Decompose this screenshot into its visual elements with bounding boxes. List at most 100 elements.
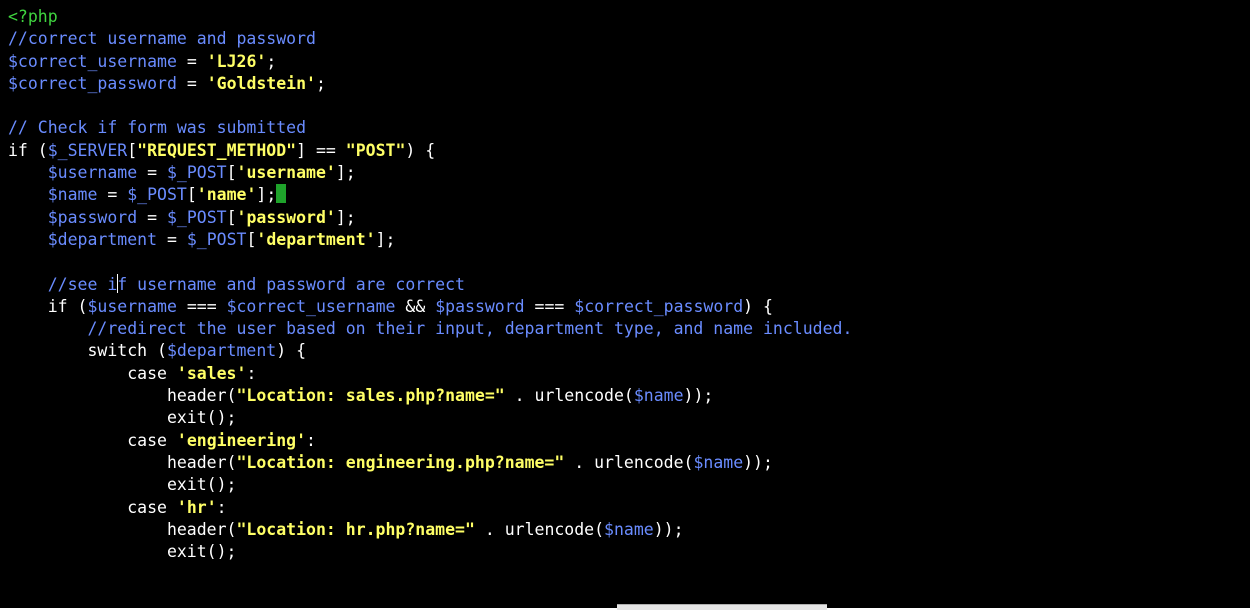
code-token-plain: ; (315, 73, 326, 93)
code-token-str: 'engineering' (176, 430, 307, 450)
code-token-var: $password (47, 207, 138, 227)
code-editor[interactable]: <?php//correct username and password $cor… (8, 6, 1250, 563)
code-line[interactable]: //redirect the user based on their input… (8, 318, 1250, 340)
code-token-str: 'username' (236, 163, 336, 183)
code-line[interactable]: $name = $_POST['name']; (8, 184, 1250, 206)
code-token-kw: case (8, 430, 167, 450)
code-token-var: $name (604, 519, 654, 539)
code-token-plain: = (176, 73, 207, 93)
code-token-str: "Location: hr.php?name=" (236, 519, 475, 539)
code-line[interactable] (8, 251, 1250, 273)
code-token-plain: )); (743, 452, 773, 472)
code-token-var: $name (47, 185, 98, 205)
code-token-plain: ]; (375, 229, 396, 249)
code-token-str: 'Goldstein' (206, 73, 316, 93)
code-token-var: $name (693, 452, 744, 472)
code-token-plain: [ (226, 207, 237, 227)
code-token-plain: = (137, 207, 167, 227)
code-token-kw: if (8, 296, 68, 316)
code-token-var: $name (633, 386, 684, 406)
code-token-plain: . urlencode( (564, 452, 694, 472)
code-line[interactable]: $password = $_POST['password']; (8, 207, 1250, 229)
code-line[interactable]: <?php (8, 6, 1250, 28)
code-token-plain: exit(); (8, 408, 237, 428)
code-line[interactable]: exit(); (8, 541, 1250, 563)
code-line[interactable]: $correct_username = 'LJ26'; (8, 51, 1250, 73)
window-edge (1250, 0, 1256, 610)
code-line[interactable]: $username = $_POST['username']; (8, 162, 1250, 184)
code-token-str: "REQUEST_METHOD" (137, 140, 297, 160)
code-token-comment: f username and password are correct (117, 274, 465, 294)
code-line[interactable]: exit(); (8, 474, 1250, 496)
code-token-plain: ( (147, 341, 167, 361)
code-token-plain: )); (653, 519, 684, 539)
code-line[interactable]: case 'sales': (8, 363, 1250, 385)
code-token-var: $_POST (166, 207, 227, 227)
code-line[interactable]: //see if username and password are corre… (8, 273, 1250, 296)
code-token-plain: [ (246, 229, 257, 249)
code-token-plain: ( (67, 296, 88, 316)
code-line[interactable]: header("Location: engineering.php?name="… (8, 452, 1250, 474)
code-token-kw: switch (8, 341, 148, 361)
code-token-var: $_POST (127, 185, 187, 205)
code-token-plain: ( (27, 140, 48, 160)
code-line[interactable]: $correct_password = 'Goldstein'; (8, 73, 1250, 95)
code-line[interactable]: case 'hr': (8, 497, 1250, 519)
code-line[interactable]: case 'engineering': (8, 430, 1250, 452)
code-token-plain: [ (226, 163, 237, 183)
code-token-var: $correct_password (8, 73, 177, 93)
code-token-plain: . urlencode( (504, 386, 634, 406)
code-token-plain: . urlencode( (474, 519, 605, 539)
code-line[interactable]: header("Location: hr.php?name=" . urlenc… (8, 519, 1250, 541)
code-token-plain: header( (8, 386, 237, 406)
code-token-plain: : (246, 363, 257, 383)
code-token-plain: ; (266, 51, 277, 71)
code-token-plain: header( (8, 452, 237, 472)
code-line[interactable]: //correct username and password (8, 28, 1250, 50)
code-line[interactable] (8, 95, 1250, 117)
code-line[interactable]: if ($username === $correct_username && $… (8, 296, 1250, 318)
code-token-str: 'LJ26' (206, 51, 267, 71)
code-line[interactable]: switch ($department) { (8, 340, 1250, 362)
code-line[interactable]: exit(); (8, 407, 1250, 429)
code-token-var: $correct_username (8, 51, 177, 71)
code-token-var: $username (47, 163, 138, 183)
code-token-plain: ]; (335, 207, 356, 227)
code-token-var: $department (47, 229, 158, 249)
code-token-comment: //see i (8, 274, 118, 294)
code-token-plain: = (97, 185, 128, 205)
code-token-plain: [ (186, 185, 197, 205)
code-token-str: "Location: engineering.php?name=" (236, 452, 565, 472)
code-token-plain: = (157, 229, 187, 249)
code-line[interactable]: $department = $_POST['department']; (8, 229, 1250, 251)
code-token-plain: ]; (335, 163, 356, 183)
code-line[interactable]: if ($_SERVER["REQUEST_METHOD"] == "POST"… (8, 140, 1250, 162)
code-token-var: $_POST (166, 163, 227, 183)
code-line[interactable]: header("Location: sales.php?name=" . url… (8, 385, 1250, 407)
code-token-plain: exit(); (8, 542, 237, 562)
code-token-var: $password (435, 296, 525, 316)
code-token-var: $department (166, 341, 277, 361)
code-token-plain: = (137, 163, 167, 183)
code-token-plain: )); (683, 386, 714, 406)
code-token-str: 'hr' (176, 497, 217, 517)
code-token-str: 'sales' (176, 363, 247, 383)
code-line[interactable]: // Check if form was submitted (8, 117, 1250, 139)
editor-window[interactable]: <?php//correct username and password $cor… (0, 0, 1250, 608)
code-token-plain: && (395, 296, 436, 316)
code-token-plain: === (524, 296, 575, 316)
text-cursor (276, 184, 287, 204)
code-token-plain: = (176, 51, 207, 71)
code-token-var: $_SERVER (47, 140, 128, 160)
code-token-plain: ) { (276, 341, 307, 361)
code-token-str: 'department' (256, 229, 376, 249)
code-token-plain: : (306, 430, 316, 450)
code-token-plain: ]; (256, 185, 277, 205)
code-token-str: 'name' (196, 185, 257, 205)
code-token-plain: header( (8, 519, 237, 539)
